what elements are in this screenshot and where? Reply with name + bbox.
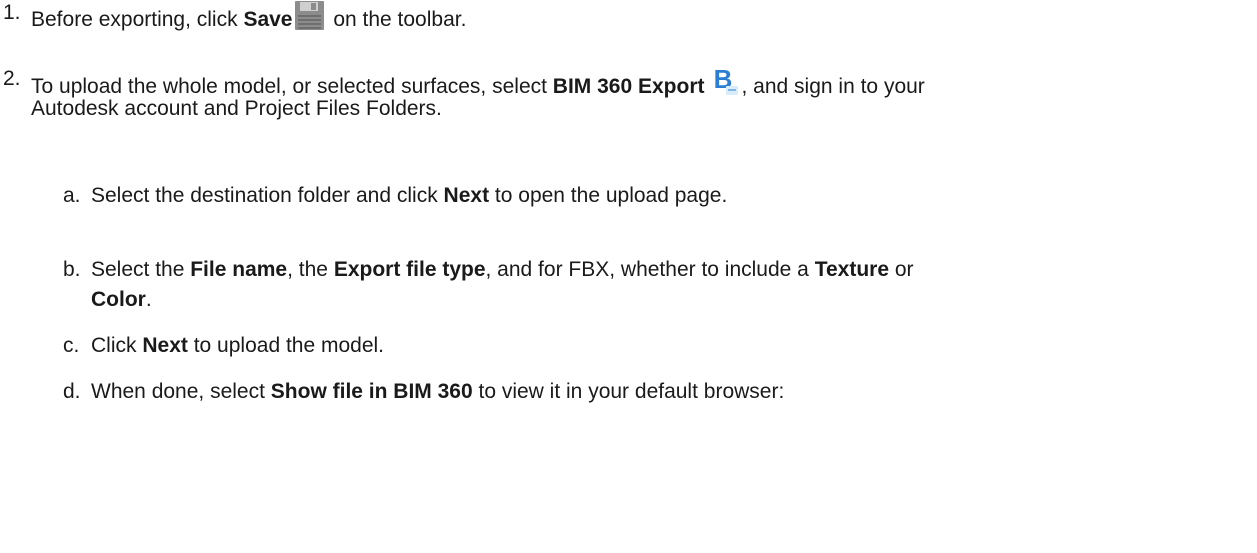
substep-text-part: Click <box>91 334 143 357</box>
substep-text-part: to view it in your default browser: <box>472 380 785 403</box>
substep-text-part: or <box>889 258 914 281</box>
substep-text-part: Select the <box>91 258 191 281</box>
step-text: Before exporting, click Save on the tool… <box>31 0 466 33</box>
substep-letter: d. <box>63 380 81 403</box>
substep-text: Select the destination folder and click … <box>91 183 727 209</box>
next-command-label: Next <box>443 184 490 207</box>
substep-text-part: , the <box>287 258 334 281</box>
substep-text: When done, select Show file in BIM 360 t… <box>91 379 784 405</box>
export-file-type-label: Export file type <box>333 258 486 281</box>
show-file-in-bim360-label: Show file in BIM 360 <box>270 380 473 403</box>
substep-text-line2: Color. <box>91 287 152 313</box>
substep-text: Select the File name, the Export file ty… <box>91 257 914 283</box>
step-text-line2: Autodesk account and Project Files Folde… <box>31 97 442 120</box>
texture-option-label: Texture <box>814 258 890 281</box>
next-command-label: Next <box>142 334 188 357</box>
step-text-part: Before exporting, click <box>31 8 244 31</box>
file-name-label: File name <box>190 258 288 281</box>
step-text-part: , and sign in to your <box>741 75 925 98</box>
save-command-label: Save <box>243 8 293 31</box>
substep-text-part: When done, select <box>91 380 271 403</box>
color-option-label: Color <box>91 288 146 311</box>
substep-text: Click Next to upload the model. <box>91 333 384 359</box>
step-text-part: on the toolbar. <box>327 8 467 31</box>
substep-letter: b. <box>63 258 81 281</box>
substep-text-part: to upload the model. <box>187 334 385 357</box>
step-text-part: To upload the whole model, or selected s… <box>31 75 553 98</box>
step-number: 1. <box>3 1 21 24</box>
step-text: To upload the whole model, or selected s… <box>31 64 925 100</box>
bim360-icon: B <box>708 64 740 97</box>
substep-text-part: to open the upload page. <box>489 184 728 207</box>
step-number: 2. <box>3 67 21 90</box>
save-disk-icon <box>294 0 325 31</box>
substep-letter: c. <box>63 334 80 357</box>
substep-text-part: . <box>145 288 152 311</box>
substep-letter: a. <box>63 184 81 207</box>
substep-text-part: , and for FBX, whether to include a <box>485 258 815 281</box>
bim360-export-command-label: BIM 360 Export <box>552 75 705 98</box>
substep-text-part: Select the destination folder and click <box>91 184 444 207</box>
